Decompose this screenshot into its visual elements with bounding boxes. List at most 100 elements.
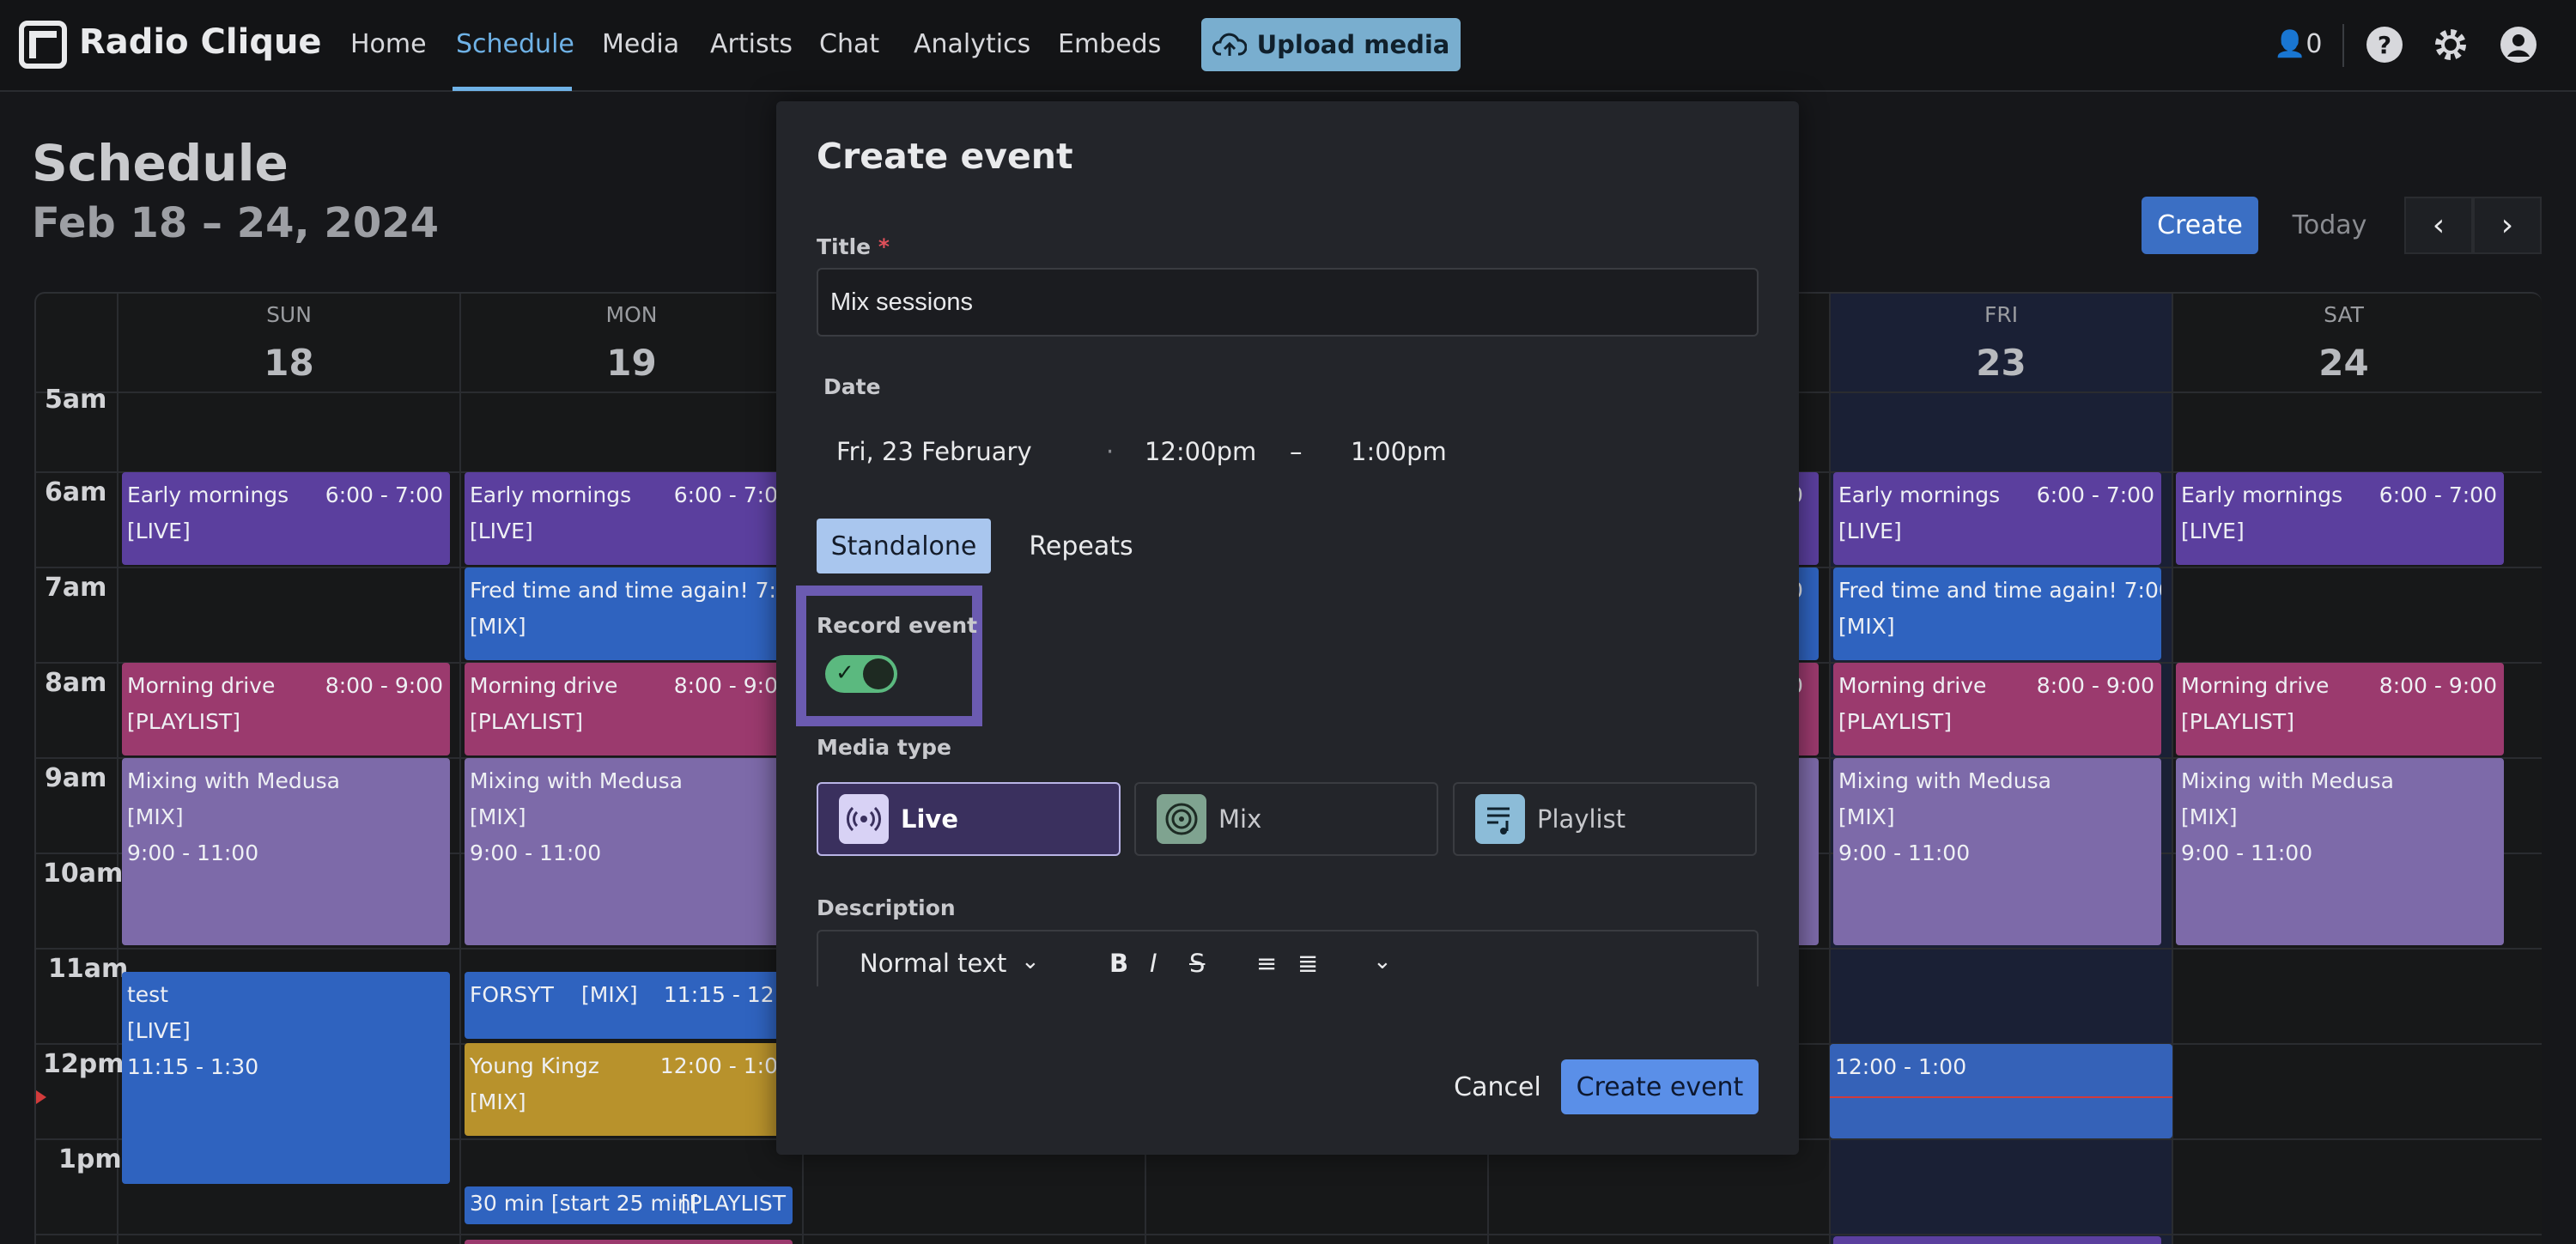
event-forsyt[interactable]: FORSYT [MIX] 11:15 - 12:0 <box>465 972 812 1039</box>
event-early-mornings[interactable]: Early mornings 6:00 - 7:00 [LIVE] <box>122 472 450 565</box>
bullet-list-icon[interactable]: ≡ <box>1256 949 1277 978</box>
more-options-chevron-icon[interactable]: ⌄ <box>1373 949 1392 974</box>
event-time: 6:00 - 7:00 <box>2379 482 2497 507</box>
playlist-icon <box>1475 794 1525 844</box>
title-label: Title * <box>817 234 890 259</box>
nav-chat[interactable]: Chat <box>819 29 879 59</box>
media-type-live[interactable]: Live <box>817 782 1121 856</box>
day-header-mon: MON 19 <box>460 294 803 393</box>
day-name: SAT <box>2324 302 2364 327</box>
day-name: MON <box>605 302 658 327</box>
event-tag: [LIVE] <box>2181 519 2245 543</box>
nav-schedule[interactable]: Schedule <box>456 29 574 59</box>
event-time: 12:00 - 1:0 <box>659 1053 778 1078</box>
event-title: Early mornings <box>470 482 632 507</box>
event-tag: [MIX] <box>1838 804 1895 829</box>
account-avatar-icon[interactable] <box>2499 25 2538 64</box>
event-title: Mixing with Medusa <box>2181 768 2394 793</box>
event-time: 6:00 - 7:0 <box>673 482 778 507</box>
media-type-mix[interactable]: Mix <box>1134 782 1438 856</box>
hour-label: 5am <box>45 385 107 415</box>
day-name: SUN <box>266 302 312 327</box>
event-morning-drive[interactable]: Morning drive 8:00 - 9:00 [PLAYLIST] <box>1833 663 2161 756</box>
nav-analytics[interactable]: Analytics <box>914 29 1030 59</box>
event-tag: [PLAYLIST] <box>2181 709 2294 734</box>
event-mixing-with-medusa[interactable]: Mixing with Medusa [MIX] 9:00 - 11:00 <box>1833 758 2161 945</box>
broadcast-icon <box>839 794 889 844</box>
event-mixing-with-medusa[interactable]: Mixing with Medusa [MIX] 9:00 - 11:00 <box>122 758 450 945</box>
create-button[interactable]: Create <box>2142 197 2258 254</box>
hour-label: 7am <box>45 573 107 603</box>
event-new-draft[interactable]: 12:00 - 1:00 <box>1830 1044 2172 1138</box>
next-week-button[interactable]: › <box>2473 197 2542 254</box>
event-title: Morning drive <box>470 673 618 698</box>
event-morning-drive[interactable]: Morning drive 8:00 - 9:00 [PLAYLIST] <box>2176 663 2504 756</box>
repeats-tab[interactable]: Repeats <box>1017 519 1145 573</box>
create-event-button[interactable]: Create event <box>1561 1059 1759 1114</box>
event-mixing-with-medusa[interactable]: Mixing with Medusa [MIX] 9:00 - 11:00 <box>2176 758 2504 945</box>
event-time: 8:00 - 9:00 <box>2379 673 2497 698</box>
event-time: 9:00 - 11:00 <box>2181 840 2313 865</box>
app-name[interactable]: Radio Clique <box>79 22 322 62</box>
event-tag: [LIVE] <box>1838 519 1902 543</box>
nav-media[interactable]: Media <box>602 29 679 59</box>
hour-label: 6am <box>45 477 107 507</box>
upload-media-button[interactable]: Upload media <box>1201 18 1461 71</box>
settings-gear-icon[interactable] <box>2431 25 2470 64</box>
radio-clique-logo-icon[interactable] <box>19 21 67 69</box>
today-button[interactable]: Today <box>2272 197 2387 254</box>
previous-week-button[interactable]: ‹ <box>2404 197 2473 254</box>
event-morning-drive[interactable]: Morning drive 8:00 - 9:00 [PLAYLIST] <box>122 663 450 756</box>
current-time-line <box>1830 1096 2172 1098</box>
help-icon[interactable]: ? <box>2365 25 2404 64</box>
event-partial[interactable] <box>465 1240 793 1244</box>
end-time-field[interactable]: 1:00pm <box>1351 437 1447 466</box>
dialog-title: Create event <box>817 136 1073 177</box>
start-time-field[interactable]: 12:00pm <box>1145 437 1256 466</box>
nav-artists[interactable]: Artists <box>710 29 793 59</box>
event-fred-time[interactable]: Fred time and time again! 7:00[MIX] <box>1833 567 2161 660</box>
hour-label: 10am <box>43 859 124 889</box>
standalone-tab[interactable]: Standalone <box>817 519 991 573</box>
media-type-playlist[interactable]: Playlist <box>1453 782 1757 856</box>
event-title: Early mornings <box>1838 482 2001 507</box>
event-time: 8:00 - 9:0 <box>673 673 778 698</box>
chevron-left-icon: ‹ <box>2432 208 2445 243</box>
italic-icon[interactable]: I <box>1150 949 1157 978</box>
strikethrough-icon[interactable]: S <box>1189 949 1205 978</box>
required-mark: * <box>878 234 890 259</box>
event-30-min[interactable]: 30 min [start 25 min[[PLAYLIST <box>465 1186 793 1224</box>
event-time: 12:00 - 1:00 <box>1835 1054 1967 1079</box>
event-early-mornings[interactable]: Early mornings 6:00 - 7:0 [LIVE] <box>465 472 812 565</box>
day-header-sat: SAT 24 <box>2172 294 2515 393</box>
numbered-list-icon[interactable]: ≣ <box>1297 949 1318 978</box>
hour-label: 9am <box>45 763 107 793</box>
event-mixing-with-medusa[interactable]: Mixing with Medusa [MIX] 9:00 - 11:00 <box>465 758 812 945</box>
event-morning-drive[interactable]: Morning drive 8:00 - 9:0 [PLAYLIST] <box>465 663 812 756</box>
event-partial[interactable] <box>1833 1236 2161 1244</box>
media-type-playlist-label: Playlist <box>1537 804 1626 834</box>
cancel-button[interactable]: Cancel <box>1437 1059 1558 1114</box>
event-test[interactable]: test [LIVE] 11:15 - 1:30 <box>122 972 450 1184</box>
event-early-mornings[interactable]: Early mornings 6:00 - 7:00 [LIVE] <box>1833 472 2161 565</box>
date-field[interactable]: Fri, 23 February <box>836 437 1032 466</box>
event-title: Early mornings <box>127 482 289 507</box>
event-title: Early mornings <box>2181 482 2343 507</box>
hour-label: 11am <box>48 954 129 984</box>
event-title: Young Kingz <box>470 1053 599 1078</box>
nav-embeds[interactable]: Embeds <box>1058 29 1161 59</box>
event-tag: [MIX] <box>127 804 184 829</box>
chevron-down-icon[interactable]: ⌄ <box>1021 949 1040 974</box>
bold-icon[interactable]: B <box>1109 949 1128 978</box>
divider <box>2342 24 2344 67</box>
nav-home[interactable]: Home <box>350 29 427 59</box>
event-tag: [PLAYLIST] <box>127 709 240 734</box>
event-early-mornings[interactable]: Early mornings 6:00 - 7:00 [LIVE] <box>2176 472 2504 565</box>
listeners-count[interactable]: 👤0 <box>2274 29 2322 59</box>
event-fred-time[interactable]: Fred time and time again! 7:00[MIX] <box>465 567 812 660</box>
event-young-kingz[interactable]: Young Kingz 12:00 - 1:0 [MIX] <box>465 1043 812 1136</box>
title-input[interactable] <box>817 268 1759 337</box>
description-editor[interactable]: Normal text ⌄ B I S ≡ ≣ ⌄ <box>817 930 1759 986</box>
record-event-toggle[interactable]: ✓ <box>825 655 897 693</box>
text-style-select[interactable]: Normal text <box>860 949 1006 978</box>
